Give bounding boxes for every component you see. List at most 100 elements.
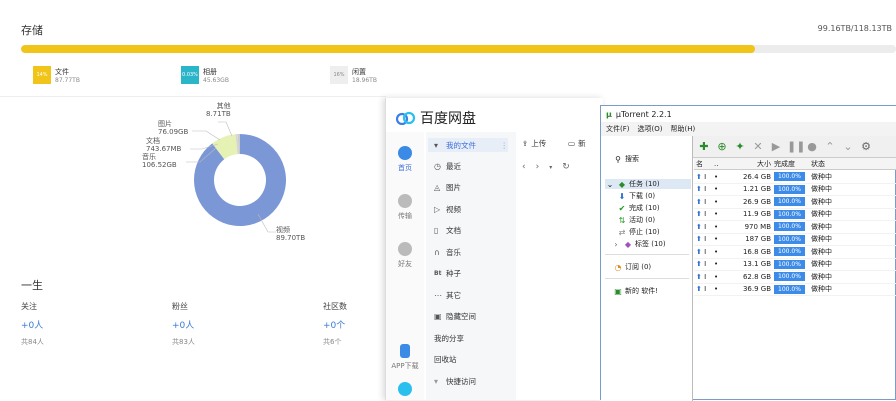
legend-swatch: 14% — [33, 66, 51, 84]
side-torrents[interactable]: Bt 种子 — [434, 268, 514, 279]
stat-label: 社区数 — [323, 302, 347, 311]
dropdown-icon[interactable]: ▾ — [549, 162, 552, 174]
gear-icon[interactable]: ⚙ — [859, 140, 873, 154]
table-row[interactable]: ⬆ I • 62.8 GB 100.0% 做种中 — [694, 271, 896, 284]
back-arrow-icon[interactable]: ‹ — [522, 162, 526, 174]
row-progress: 100.0% — [774, 284, 808, 294]
tree-downloading[interactable]: ⬇ 下载 (0) — [617, 191, 656, 201]
tree-completed[interactable]: ✔ 完成 (10) — [617, 203, 660, 213]
forward-arrow-icon[interactable]: › — [536, 162, 540, 174]
add-url-icon[interactable]: ⊕ — [715, 140, 729, 154]
stat-value[interactable]: +0人 — [21, 318, 44, 331]
baidu-sidebar: ▾ 我的文件 ⋮ ◷ 最近 ◬ 图片 ▷ 视频 ▯ 文档 ∩ 音乐 Bt 种子 ⋯ 其它 ▣ 隐藏空… — [426, 132, 516, 400]
side-video[interactable]: ▷ 视频 — [434, 204, 514, 215]
legend-name: 闲置 — [352, 67, 366, 76]
table-row[interactable]: ⬆ I • 13.1 GB 100.0% 做种中 — [694, 259, 896, 271]
side-my-shares[interactable]: 我的分享 — [434, 333, 514, 344]
section-title-life: 一生 — [21, 279, 43, 292]
side-quick-access[interactable]: ▾ 快捷访问 — [434, 376, 514, 387]
label-tag-icon: ◆ — [624, 239, 632, 249]
nav-app-download[interactable]: APP下载 — [386, 344, 424, 371]
nav-friends[interactable]: 好友 — [386, 242, 424, 269]
nav-more[interactable] — [386, 382, 424, 399]
headphones-icon: ∩ — [434, 248, 440, 257]
side-hidden-space[interactable]: ▣ 隐藏空间 — [434, 311, 514, 322]
search-node[interactable]: ⚲ 搜索 — [613, 154, 639, 164]
row-progress: 100.0% — [774, 197, 808, 207]
side-recycle-bin[interactable]: 回收站 — [434, 354, 514, 365]
row-status: 做种中 — [811, 185, 832, 194]
table-row[interactable]: ⬆ I • 1.21 GB 100.0% 做种中 — [694, 184, 896, 196]
transfer-icon — [398, 194, 412, 208]
tree-new-software[interactable]: ▣ 新的 软件! — [613, 286, 658, 296]
side-my-files[interactable]: ▾ 我的文件 ⋮ — [428, 138, 508, 152]
create-torrent-icon[interactable]: ✦ — [733, 140, 747, 154]
remove-icon[interactable]: ✕ — [751, 140, 765, 154]
col-done[interactable]: 完成度 — [774, 159, 808, 169]
menu-help[interactable]: 帮助(H) — [670, 124, 695, 134]
add-torrent-icon[interactable]: ✚ — [697, 140, 711, 154]
side-recent[interactable]: ◷ 最近 — [434, 161, 514, 172]
seeding-up-arrow-icon: ⬆ I — [696, 185, 707, 194]
menu-options[interactable]: 选项(O) — [638, 124, 663, 134]
nav-transfer[interactable]: 传输 — [386, 194, 424, 221]
seeding-up-arrow-icon: ⬆ I — [696, 222, 707, 231]
col-status[interactable]: 状态 — [808, 159, 848, 169]
row-status: 做种中 — [811, 210, 832, 219]
baidu-netdisk-window: 百度网盘 首页 传输 好友 APP下载 ▾ 我的文件 ⋮ ◷ 最近 ◬ 图片 ▷ 视频 ▯… — [385, 98, 603, 400]
table-row[interactable]: ⬆ I • 36.9 GB 100.0% 做种中 — [694, 284, 896, 296]
seeding-up-arrow-icon: ⬆ I — [696, 197, 707, 206]
utorrent-titlebar: µ µTorrent 2.2.1 — [601, 106, 896, 122]
storage-usage-bar — [21, 45, 896, 53]
col-dot[interactable]: .. — [714, 160, 722, 168]
row-status: 做种中 — [811, 285, 832, 294]
menu-file[interactable]: 文件(F) — [606, 124, 630, 134]
tree-divider — [605, 278, 689, 279]
nav-home[interactable]: 首页 — [386, 146, 424, 173]
stop-icon[interactable]: ● — [805, 140, 819, 154]
stat-communities: 社区数 +0个 共6个 — [323, 301, 347, 347]
tree-feeds[interactable]: ◔ 订阅 (0) — [613, 262, 652, 272]
new-folder-button[interactable]: ▭ 新 — [568, 138, 586, 149]
stat-value[interactable]: +0人 — [172, 318, 195, 331]
table-row[interactable]: ⬆ I • 970 MB 100.0% 做种中 — [694, 221, 896, 234]
pause-icon[interactable]: ❚❚ — [787, 140, 805, 154]
col-size[interactable]: 大小 — [722, 159, 774, 169]
side-music[interactable]: ∩ 音乐 — [434, 247, 514, 258]
stat-total: 共83人 — [172, 338, 195, 346]
row-progress: 100.0% — [774, 222, 808, 232]
table-row[interactable]: ⬆ I • 11.9 GB 100.0% 做种中 — [694, 209, 896, 221]
row-size: 26.4 GB — [742, 172, 771, 181]
tree-divider — [605, 254, 689, 255]
progress-bar: 100.0% — [774, 272, 805, 282]
side-docs[interactable]: ▯ 文档 — [434, 225, 514, 236]
move-down-icon[interactable]: ⌄ — [841, 140, 855, 154]
upload-button[interactable]: ⇪ 上传 — [522, 138, 546, 149]
col-name[interactable]: 名 — [694, 159, 714, 169]
side-pictures[interactable]: ◬ 图片 — [434, 182, 514, 193]
start-icon[interactable]: ▶ — [769, 140, 783, 154]
row-progress: 100.0% — [774, 259, 808, 269]
more-icon[interactable]: ⋮ — [501, 141, 509, 150]
phone-icon — [400, 344, 410, 358]
side-other[interactable]: ⋯ 其它 — [434, 290, 514, 301]
tree-labels[interactable]: › ◆ 标签 (10) — [611, 239, 665, 249]
row-progress: 100.0% — [774, 184, 808, 194]
table-row[interactable]: ⬆ I • 16.8 GB 100.0% 做种中 — [694, 246, 896, 259]
table-row[interactable]: ⬆ I • 26.9 GB 100.0% 做种中 — [694, 196, 896, 209]
down-arrow-icon: ⬇ — [618, 191, 626, 201]
stat-value[interactable]: +0个 — [323, 318, 347, 331]
legend-swatch: 16% — [330, 66, 348, 84]
storage-usage-fill — [21, 45, 756, 53]
tree-active[interactable]: ⇅ 活动 (0) — [617, 215, 656, 225]
chevron-right-icon: › — [614, 239, 618, 249]
refresh-icon[interactable]: ↻ — [562, 162, 570, 174]
table-row[interactable]: ⬆ I • 26.4 GB 100.0% 做种中 — [694, 171, 896, 184]
row-dot: • — [714, 260, 719, 269]
tree-all[interactable]: ⌄ ◆ 任务 (10) — [605, 179, 691, 189]
tree-stopped[interactable]: ⇄ 停止 (10) — [617, 227, 660, 237]
baidu-nav-rail: 首页 传输 好友 APP下载 — [386, 132, 424, 400]
table-row[interactable]: ⬆ I • 187 GB 100.0% 做种中 — [694, 234, 896, 246]
row-status: 做种中 — [811, 247, 832, 256]
move-up-icon[interactable]: ⌃ — [823, 140, 837, 154]
